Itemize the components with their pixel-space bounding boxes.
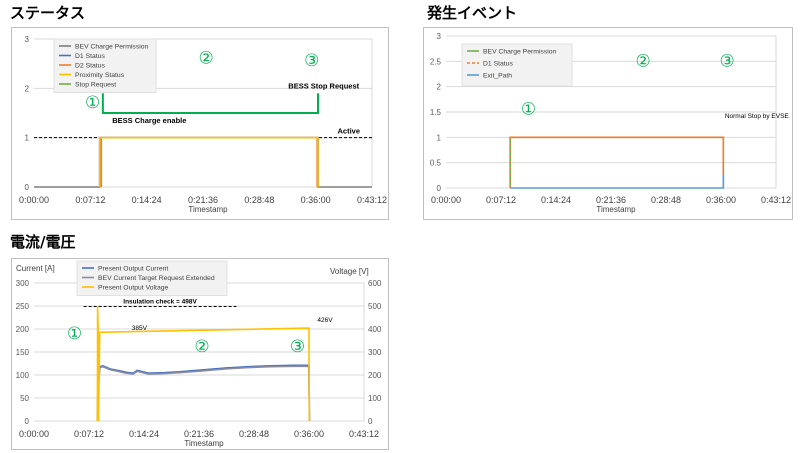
- y-right-tick-label: 0: [368, 417, 373, 426]
- events-chart-panel: 0 0.5 1 1.5 2 2.5 3 0:00:00 0:07:12 0:14:24 0:21:3…: [423, 27, 793, 220]
- y-right-tick-label: 300: [368, 348, 382, 357]
- annotation-label: BESS Charge enable: [112, 116, 186, 125]
- y-tick-label: 50: [20, 394, 29, 403]
- legend-label: Stop Request: [75, 82, 116, 89]
- x-tick-label: 0:14:24: [129, 429, 159, 439]
- y-right-tick-label: 200: [368, 371, 382, 380]
- x-tick-label: 0:21:36: [596, 195, 626, 205]
- phase-marker: ②: [635, 51, 650, 70]
- x-axis-title: Timestamp: [188, 205, 228, 214]
- electrical-chart: 0 50 100 150 200 250 300 0 100 200 300 400 500 600 0:0…: [16, 260, 382, 448]
- x-tick-label: 0:36:00: [294, 429, 324, 439]
- legend-label: BEV Charge Permission: [75, 44, 149, 51]
- reference-line-label: Active: [337, 127, 360, 136]
- y-tick-label: 3: [25, 35, 30, 44]
- y-right-axis-title: Voltage [V]: [330, 267, 369, 276]
- legend-label: D1 Status: [75, 53, 105, 60]
- charge-period-bracket: [101, 93, 320, 114]
- series-line-bev-charge-permission: [34, 136, 372, 188]
- status-chart-panel: 0 1 2 3 0:00:00 0:07:12 0:14:24 0:21:36 0:28:48 0…: [11, 27, 389, 220]
- x-tick-label: 0:07:12: [75, 195, 105, 205]
- phase-marker: ①: [67, 324, 82, 343]
- y-tick-label: 0: [437, 184, 442, 193]
- legend-label: Exit_Path: [483, 73, 512, 80]
- status-chart: 0 1 2 3 0:00:00 0:07:12 0:14:24 0:21:36 0:28:48 0…: [19, 35, 387, 214]
- events-chart: 0 0.5 1 1.5 2 2.5 3 0:00:00 0:07:12 0:14:24 0:21:3…: [430, 32, 791, 214]
- annotation-label: BESS Stop Request: [288, 81, 359, 90]
- phase-marker: ②: [194, 337, 209, 356]
- y-tick-label: 0: [25, 417, 30, 426]
- y-tick-label: 1: [437, 133, 442, 142]
- x-tick-label: 0:43:12: [349, 429, 379, 439]
- x-tick-label: 0:07:12: [486, 195, 516, 205]
- x-tick-label: 0:21:36: [184, 429, 214, 439]
- legend-label: BEV Charge Permission: [483, 49, 557, 56]
- x-tick-label: 0:00:00: [19, 195, 49, 205]
- series-line-exit-path: [510, 174, 725, 189]
- x-tick-label: 0:14:24: [132, 195, 162, 205]
- x-tick-label: 0:28:48: [244, 195, 274, 205]
- x-tick-label: 0:07:12: [74, 429, 104, 439]
- legend-label: Present Output Current: [98, 266, 168, 273]
- x-tick-label: 0:14:24: [541, 195, 571, 205]
- y-tick-label: 0.5: [430, 159, 442, 168]
- x-tick-label: 0:00:00: [431, 195, 461, 205]
- y-tick-label: 2: [437, 83, 442, 92]
- series-line-proximity-status: [98, 136, 319, 187]
- x-axis-title: Timestamp: [596, 205, 636, 214]
- reference-line-label: Insulation check = 498V: [123, 298, 197, 305]
- status-section-title: ステータス: [10, 4, 86, 22]
- series-line-d1-status: [510, 136, 725, 176]
- y-tick-label: 100: [16, 371, 30, 380]
- phase-marker: ①: [521, 100, 536, 119]
- y-tick-label: 1: [25, 134, 30, 143]
- x-tick-label: 0:36:00: [301, 195, 331, 205]
- annotation-label: 385V: [132, 325, 148, 332]
- y-tick-label: 2: [25, 84, 30, 93]
- series-line-d2-status: [100, 136, 319, 187]
- x-tick-label: 0:43:12: [357, 195, 387, 205]
- electrical-chart-panel: 0 50 100 150 200 250 300 0 100 200 300 400 500 600 0:0…: [11, 258, 389, 450]
- y-right-tick-label: 100: [368, 394, 382, 403]
- y-tick-label: 3: [437, 32, 442, 41]
- y-tick-label: 1.5: [430, 108, 442, 117]
- x-tick-label: 0:21:36: [188, 195, 218, 205]
- x-tick-label: 0:00:00: [19, 429, 49, 439]
- series-line-present-output-current: [96, 362, 311, 422]
- phase-marker: ②: [199, 49, 214, 68]
- x-tick-label: 0:28:48: [651, 195, 681, 205]
- legend-label: Present Output Voltage: [98, 285, 169, 292]
- x-tick-label: 0:36:00: [706, 195, 736, 205]
- legend-label: BEV Current Target Request Extended: [98, 275, 215, 282]
- y-right-tick-label: 400: [368, 325, 382, 334]
- annotation-label: 426V: [317, 317, 333, 324]
- phase-marker: ③: [719, 51, 734, 70]
- legend-label: Proximity Status: [75, 72, 125, 79]
- y-tick-label: 200: [16, 325, 30, 334]
- events-section-title: 発生イベント: [427, 4, 518, 22]
- phase-marker: ③: [304, 51, 319, 70]
- y-tick-label: 300: [16, 279, 30, 288]
- legend-label: D1 Status: [483, 61, 513, 68]
- series-line-present-output-voltage: [96, 306, 311, 422]
- x-tick-label: 0:43:12: [761, 195, 791, 205]
- y-tick-label: 2.5: [430, 57, 442, 66]
- phase-marker: ①: [85, 93, 100, 112]
- y-tick-label: 0: [25, 183, 30, 192]
- electrical-section-title: 電流/電圧: [10, 233, 76, 251]
- series-line-d1-status: [98, 136, 319, 187]
- y-axis-title: Current [A]: [16, 264, 55, 273]
- phase-marker: ③: [290, 337, 305, 356]
- y-right-tick-label: 500: [368, 302, 382, 311]
- x-tick-label: 0:28:48: [239, 429, 269, 439]
- legend-label: D2 Status: [75, 63, 105, 70]
- y-tick-label: 250: [16, 302, 30, 311]
- y-tick-label: 150: [16, 348, 30, 357]
- annotation-label: Normal Stop by EVSE: [725, 113, 790, 120]
- x-axis-title: Timestamp: [184, 439, 224, 448]
- y-right-tick-label: 600: [368, 279, 382, 288]
